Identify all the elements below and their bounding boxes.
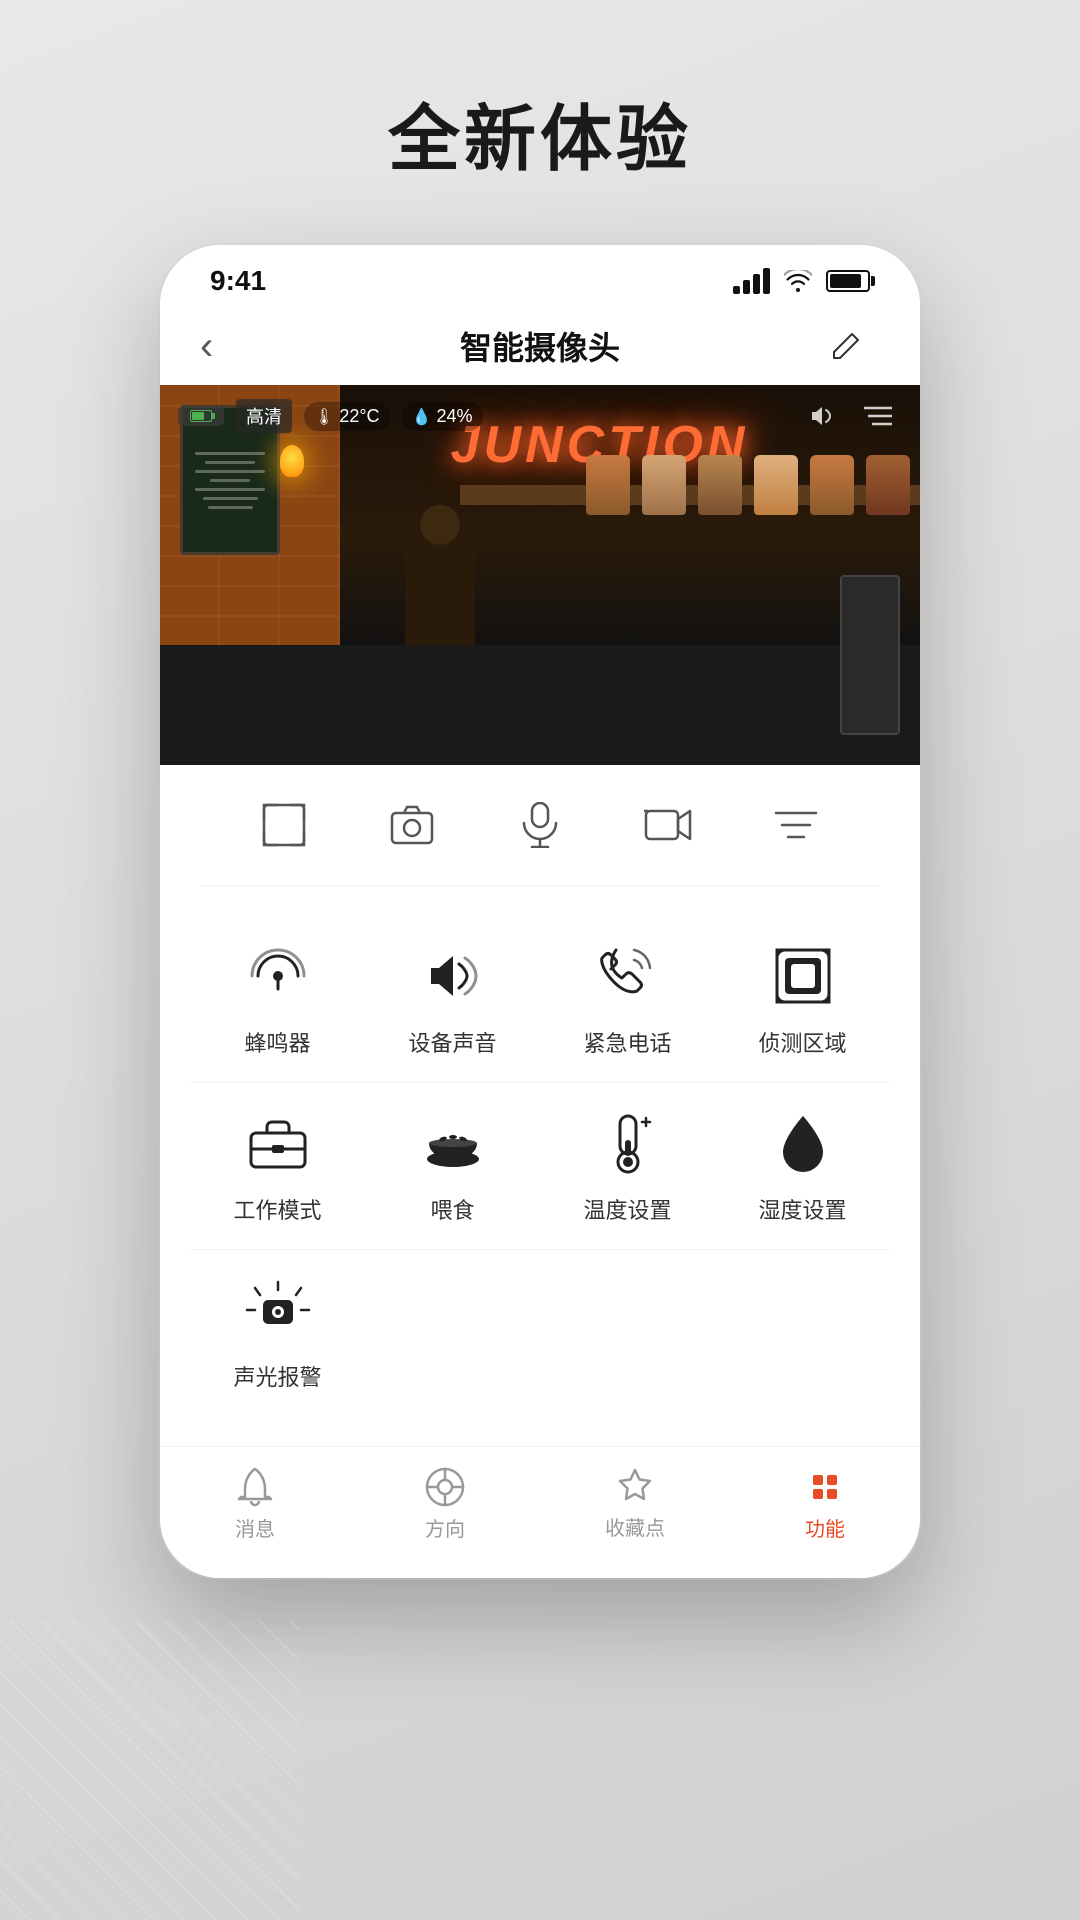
nav-direction[interactable]: 方向	[385, 1467, 505, 1542]
diamond-icon	[805, 1467, 845, 1507]
nav-messages[interactable]: 消息	[195, 1467, 315, 1542]
phone-icon	[592, 940, 664, 1012]
header-title: 智能摄像头	[460, 323, 620, 369]
detect-icon	[767, 940, 839, 1012]
nav-favorites-label: 收藏点	[605, 1512, 665, 1541]
feature-work-mode-label: 工作模式	[233, 1193, 321, 1225]
star-icon	[616, 1468, 654, 1506]
camera-controls	[160, 765, 920, 885]
speaker-icon	[417, 940, 489, 1012]
feature-humidity-setting[interactable]: 湿度设置	[715, 1083, 890, 1249]
thermometer-icon	[592, 1107, 664, 1179]
feature-buzzer-label: 蜂鸣器	[244, 1026, 310, 1058]
feature-temp-setting[interactable]: 温度设置	[540, 1083, 715, 1249]
features-section: 蜂鸣器 设备声音	[160, 886, 920, 1446]
feature-device-sound-label: 设备声音	[408, 1026, 496, 1058]
alarm-icon	[242, 1274, 314, 1346]
drop-icon	[767, 1107, 839, 1179]
page-title: 全新体验	[388, 80, 692, 185]
status-bar: 9:41	[160, 245, 920, 307]
bowl-icon	[417, 1107, 489, 1179]
screenshot-button[interactable]	[382, 795, 442, 855]
bottom-nav: 消息 方向 收藏点	[160, 1446, 920, 1578]
feature-humidity-setting-label: 湿度设置	[758, 1193, 846, 1225]
camera-view: JUNCTION	[160, 385, 920, 765]
app-header: ‹ 智能摄像头	[160, 307, 920, 385]
microphone-button[interactable]	[510, 795, 570, 855]
joystick-icon	[425, 1467, 465, 1507]
phone-mockup: 9:41 ‹ 智能摄像头	[160, 245, 920, 1578]
battery-icon	[826, 270, 870, 292]
edit-button[interactable]	[830, 330, 880, 362]
nav-messages-label: 消息	[235, 1513, 275, 1542]
briefcase-icon	[242, 1107, 314, 1179]
buzzer-icon	[242, 940, 314, 1012]
record-button[interactable]	[638, 795, 698, 855]
nav-functions-label: 功能	[805, 1513, 845, 1542]
feature-alarm-label: 声光报警	[233, 1360, 321, 1392]
feature-emergency-call[interactable]: 紧急电话	[540, 916, 715, 1082]
more-button[interactable]	[766, 795, 826, 855]
bell-icon	[237, 1467, 273, 1507]
feature-emergency-call-label: 紧急电话	[583, 1026, 671, 1058]
wifi-icon	[784, 270, 812, 292]
status-icons	[733, 268, 870, 294]
feature-feeding-label: 喂食	[430, 1193, 474, 1225]
nav-functions[interactable]: 功能	[765, 1467, 885, 1542]
feature-work-mode[interactable]: 工作模式	[190, 1083, 365, 1249]
feature-device-sound[interactable]: 设备声音	[365, 916, 540, 1082]
feature-feeding[interactable]: 喂食	[365, 1083, 540, 1249]
feature-detection-zone-label: 侦测区域	[758, 1026, 846, 1058]
back-button[interactable]: ‹	[200, 324, 250, 369]
feature-alarm[interactable]: 声光报警	[190, 1250, 365, 1416]
feature-detection-zone[interactable]: 侦测区域	[715, 916, 890, 1082]
nav-direction-label: 方向	[425, 1513, 465, 1542]
feature-buzzer[interactable]: 蜂鸣器	[190, 916, 365, 1082]
fullscreen-button[interactable]	[254, 795, 314, 855]
status-time: 9:41	[210, 265, 266, 297]
feature-temp-setting-label: 温度设置	[583, 1193, 671, 1225]
nav-favorites[interactable]: 收藏点	[575, 1468, 695, 1541]
signal-icon	[733, 268, 770, 294]
